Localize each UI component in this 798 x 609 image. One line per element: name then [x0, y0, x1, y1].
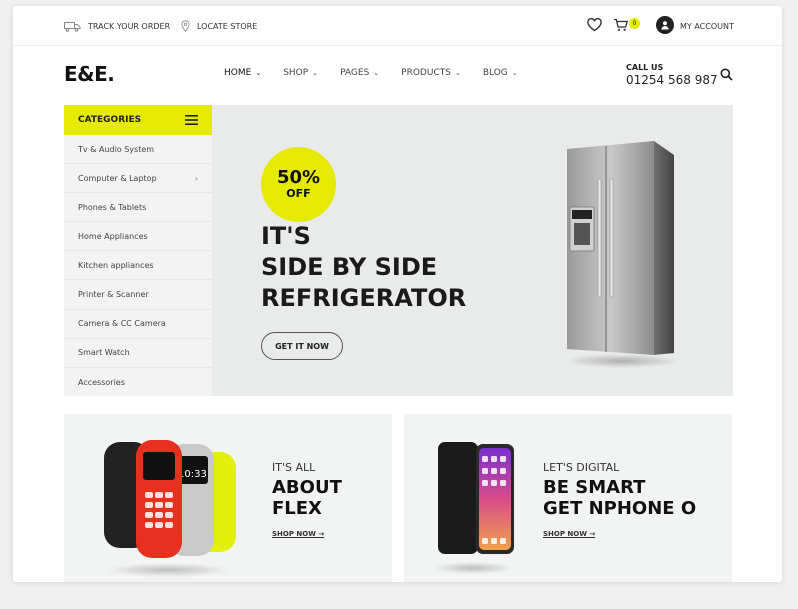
track-order-link[interactable]: TRACK YOUR ORDER: [64, 6, 170, 46]
nav-blog[interactable]: BLOG ⌄: [483, 68, 518, 78]
location-pin-icon: [181, 20, 190, 32]
category-label: Home Appliances: [78, 231, 148, 241]
svg-text:10:33: 10:33: [178, 469, 207, 480]
smartphones-image: [433, 442, 514, 574]
category-item[interactable]: Kitchen appliances: [64, 251, 212, 281]
categories-header[interactable]: CATEGORIES: [64, 105, 212, 135]
main-nav: HOME ⌄ SHOP ⌄ PAGES ⌄ PRODUCTS ⌄ BLOG ⌄: [224, 68, 540, 78]
chevron-down-icon: ⌄: [454, 69, 461, 77]
chevron-right-icon: ›: [194, 173, 198, 183]
hero-title-line: IT'S: [261, 222, 311, 250]
call-us-label: CALL US: [626, 63, 664, 72]
my-account-link[interactable]: MY ACCOUNT: [680, 6, 734, 46]
category-item[interactable]: Phones & Tablets: [64, 193, 212, 223]
promo-title-line: ABOUT: [272, 477, 342, 498]
track-order-label: TRACK YOUR ORDER: [88, 21, 171, 31]
site-logo[interactable]: E&E.: [64, 62, 115, 86]
nav-home[interactable]: HOME ⌄: [224, 68, 261, 78]
promo-subtitle: IT'S ALL: [272, 461, 316, 474]
category-item[interactable]: Printer & Scanner: [64, 280, 212, 310]
locate-store-label: LOCATE STORE: [197, 21, 258, 31]
promo-card-flex[interactable]: 10:33 IT'S ALL ABOUT FLEX SHOP NOW →: [64, 414, 392, 582]
nav-products[interactable]: PRODUCTS ⌄: [401, 68, 461, 78]
category-label: Camera & CC Camera: [78, 319, 166, 329]
category-label: Smart Watch: [78, 348, 130, 358]
truck-icon: [64, 21, 81, 32]
nav-pages[interactable]: PAGES ⌄: [340, 68, 379, 78]
hero-title: IT'S SIDE BY SIDE REFRIGERATOR: [261, 221, 521, 314]
cart-count-badge: 0: [629, 18, 640, 29]
hero-title-line: REFRIGERATOR: [261, 284, 467, 312]
categories-title: CATEGORIES: [78, 115, 142, 125]
my-account-label: MY ACCOUNT: [680, 21, 734, 31]
chevron-down-icon: ⌄: [373, 69, 380, 77]
nav-pages-label: PAGES: [340, 68, 370, 78]
category-label: Printer & Scanner: [78, 290, 149, 300]
category-item[interactable]: Home Appliances: [64, 222, 212, 252]
hero-title-line: SIDE BY SIDE: [261, 253, 438, 281]
chevron-down-icon: ⌄: [511, 69, 518, 77]
nav-shop[interactable]: SHOP ⌄: [283, 68, 318, 78]
user-avatar-icon[interactable]: [656, 16, 674, 34]
promo-title-line: GET nPHONE O: [543, 498, 697, 519]
shop-now-link[interactable]: SHOP NOW →: [272, 530, 324, 538]
category-label: Computer & Laptop: [78, 173, 157, 183]
discount-percent: 50%: [276, 166, 321, 188]
cart-icon[interactable]: [613, 18, 629, 32]
category-item[interactable]: Accessories: [64, 368, 212, 397]
category-item[interactable]: Camera & CC Camera: [64, 310, 212, 339]
category-label: Kitchen appliances: [78, 260, 154, 270]
hamburger-menu-icon[interactable]: [185, 115, 198, 125]
promo-title-line: FLEX: [272, 498, 322, 519]
nav-products-label: PRODUCTS: [401, 68, 451, 78]
category-item[interactable]: Computer & Laptop ›: [64, 164, 212, 194]
chevron-down-icon: ⌄: [255, 69, 262, 77]
call-us-block: CALL US 01254 568 987: [626, 63, 718, 87]
search-icon[interactable]: [720, 68, 733, 81]
shop-now-link[interactable]: SHOP NOW →: [543, 530, 595, 538]
heart-icon[interactable]: [587, 18, 602, 32]
chevron-down-icon: ⌄: [312, 69, 319, 77]
refrigerator-image: [564, 141, 680, 368]
page-card: TRACK YOUR ORDER LOCATE STORE 0 MY ACCOU…: [13, 6, 782, 582]
promo-subtitle: LET'S DIGITAL: [543, 461, 620, 474]
hero-banner: 50% OFF IT'S SIDE BY SIDE REFRIGERATOR G…: [212, 105, 733, 396]
get-it-now-button[interactable]: GET IT NOW: [261, 332, 343, 360]
nav-shop-label: SHOP: [283, 68, 309, 78]
discount-badge: 50% OFF: [261, 147, 336, 222]
category-label: Accessories: [78, 377, 125, 387]
category-item[interactable]: Smart Watch: [64, 339, 212, 368]
phone-number[interactable]: 01254 568 987: [626, 73, 718, 87]
feature-phones-image: 10:33: [104, 440, 236, 577]
discount-off-label: OFF: [286, 186, 311, 200]
promo-card-smart[interactable]: LET'S DIGITAL BE SMART GET nPHONE O SHOP…: [404, 414, 732, 582]
locate-store-link[interactable]: LOCATE STORE: [181, 6, 257, 46]
category-item[interactable]: Tv & Audio System: [64, 135, 212, 165]
nav-blog-label: BLOG: [482, 68, 508, 78]
promo-title-line: BE SMART: [543, 477, 646, 498]
top-bar: TRACK YOUR ORDER LOCATE STORE 0 MY ACCOU…: [13, 6, 782, 46]
nav-home-label: HOME: [224, 68, 252, 78]
categories-panel: CATEGORIES Tv & Audio System Computer & …: [64, 105, 212, 396]
category-label: Phones & Tablets: [78, 202, 147, 212]
category-label: Tv & Audio System: [78, 144, 155, 154]
